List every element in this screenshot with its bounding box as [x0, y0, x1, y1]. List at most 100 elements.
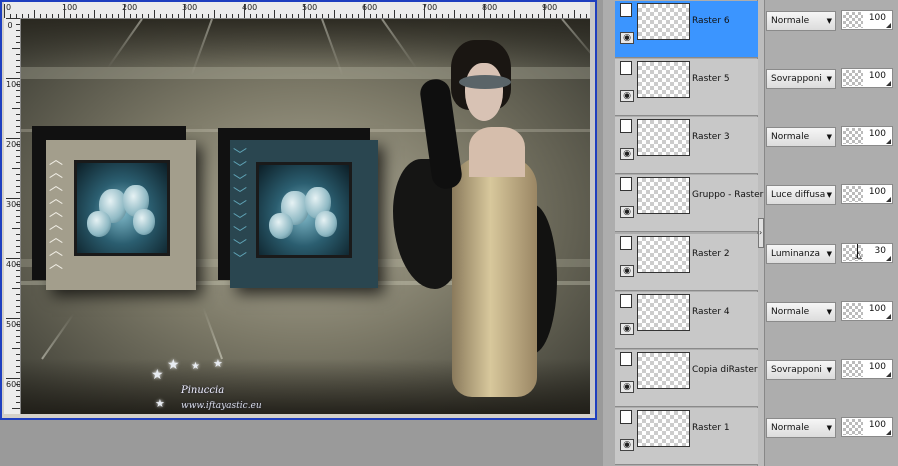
resize-corner-icon [886, 139, 891, 144]
ruler-tick [508, 14, 509, 18]
ruler-tick [400, 14, 401, 18]
blend-mode-dropdown[interactable]: Normale ▼ [766, 127, 836, 147]
ruler-tick [16, 24, 20, 25]
ruler-tick [12, 288, 20, 289]
eye-icon[interactable]: ◉ [620, 32, 634, 44]
ruler-tick [6, 378, 20, 379]
layer-page-icon[interactable] [620, 61, 632, 75]
chevron-up-icon: ︿ ︿ ︿ ︿ ︿ ︿ ︿ ︿ ︿ [49, 152, 63, 272]
ruler-tick [106, 14, 107, 18]
star-icon: ★ [155, 397, 165, 410]
layer-page-icon[interactable] [620, 177, 632, 191]
ruler-tick [34, 10, 35, 18]
opacity-value: 100 [868, 13, 886, 23]
ruler-tick [556, 14, 557, 18]
ruler-tick [214, 10, 215, 18]
layer-name: Raster 6 [692, 16, 730, 26]
layer-thumbnail[interactable] [637, 177, 690, 214]
ruler-tick [280, 14, 281, 18]
layer-row[interactable]: ◉ Gruppo - Raster [615, 175, 763, 232]
ruler-tick [328, 14, 329, 18]
layer-page-icon[interactable] [620, 236, 632, 250]
dropdown-arrow-icon: ▼ [826, 366, 832, 374]
eye-icon[interactable]: ◉ [620, 148, 634, 160]
layer-row[interactable]: ◉ Raster 5 [615, 59, 758, 116]
light-ray [561, 19, 590, 66]
ruler-tick [430, 14, 431, 18]
layer-page-icon[interactable] [620, 352, 632, 366]
ruler-tick [550, 14, 551, 18]
eye-icon[interactable]: ◉ [620, 265, 634, 277]
layer-thumbnail[interactable] [637, 119, 690, 156]
ruler-tick [16, 354, 20, 355]
ruler-tick [16, 150, 20, 151]
layer-thumbnail[interactable] [637, 236, 690, 273]
opacity-slider[interactable]: 100 [841, 126, 893, 146]
dropdown-arrow-icon: ▼ [826, 308, 832, 316]
ruler-tick [466, 14, 467, 18]
layer-page-icon[interactable] [620, 3, 632, 17]
ruler-tick [580, 14, 581, 18]
layer-thumbnail[interactable] [637, 61, 690, 98]
ruler-label: 0 [7, 21, 13, 30]
star-icon: ★ [167, 357, 180, 373]
ruler-tick [16, 60, 20, 61]
blend-mode-dropdown[interactable]: Normale ▼ [766, 302, 836, 322]
opacity-slider[interactable]: △ 30 [841, 243, 893, 263]
ruler-tick [16, 360, 20, 361]
layer-row[interactable]: ◉ Raster 1 [615, 408, 758, 465]
ruler-label: 200 [6, 140, 21, 149]
opacity-slider[interactable]: 100 [841, 184, 893, 204]
light-ray [202, 306, 223, 360]
vertical-scrollbar[interactable] [590, 2, 595, 414]
eye-icon[interactable]: ◉ [620, 439, 634, 451]
eye-icon[interactable]: ◉ [620, 323, 634, 335]
ruler-tick [442, 14, 443, 18]
layer-thumbnail[interactable] [637, 3, 690, 40]
layer-row[interactable]: ◉ Raster 6 [615, 1, 758, 58]
layer-page-icon[interactable] [620, 294, 632, 308]
ruler-tick [490, 14, 491, 18]
star-icon: ★ [151, 367, 164, 383]
ruler-tick [130, 14, 131, 18]
layer-name: Raster 5 [692, 74, 730, 84]
ruler-tick [472, 14, 473, 18]
blend-mode-dropdown[interactable]: Sovrapponi ▼ [766, 360, 836, 380]
layer-row[interactable]: ◉ Raster 3 [615, 117, 758, 174]
eye-icon[interactable]: ◉ [620, 381, 634, 393]
ruler-tick [40, 14, 41, 18]
eye-icon[interactable]: ◉ [620, 206, 634, 218]
transparency-swatch [843, 361, 863, 377]
blend-mode-dropdown[interactable]: Normale ▼ [766, 418, 836, 438]
blend-mode-dropdown[interactable]: Luminanza ▼ [766, 244, 836, 264]
ruler-label: 300 [6, 200, 21, 209]
blend-mode-dropdown[interactable]: Luce diffusa ▼ [766, 185, 836, 205]
layer-thumbnail[interactable] [637, 410, 690, 447]
ruler-tick [16, 84, 20, 85]
layer-thumbnail[interactable] [637, 294, 690, 331]
layer-thumbnail[interactable] [637, 352, 690, 389]
ruler-tick [16, 324, 20, 325]
layer-row[interactable]: ◉ Raster 2 [615, 234, 758, 291]
opacity-slider[interactable]: 100 [841, 359, 893, 379]
ruler-tick [16, 72, 20, 73]
eye-icon[interactable]: ◉ [620, 90, 634, 102]
layer-row[interactable]: ◉ Raster 4 [615, 292, 758, 349]
ruler-tick [88, 14, 89, 18]
ruler-tick [16, 120, 20, 121]
layer-page-icon[interactable] [620, 410, 632, 424]
opacity-slider[interactable]: 100 [841, 417, 893, 437]
ruler-tick [16, 54, 20, 55]
blend-mode-dropdown[interactable]: Normale ▼ [766, 11, 836, 31]
opacity-slider[interactable]: 100 [841, 68, 893, 88]
blend-mode-value: Sovrapponi [771, 365, 822, 375]
opacity-slider[interactable]: 100 [841, 301, 893, 321]
layer-row[interactable]: ◉ Copia diRaster [615, 350, 758, 407]
layer-page-icon[interactable] [620, 119, 632, 133]
blend-mode-dropdown[interactable]: Sovrapponi ▼ [766, 69, 836, 89]
chevron-down-icon: ﹀ ﹀ ﹀ ﹀ ﹀ ﹀ ﹀ ﹀ ﹀ [233, 148, 247, 268]
image-canvas[interactable]: ︿ ︿ ︿ ︿ ︿ ︿ ︿ ︿ ︿ ﹀ ﹀ ﹀ ﹀ ﹀ ﹀ ﹀ ﹀ ﹀ ★ ★ ★ ★ ★ Pinuccia w… [21, 19, 590, 414]
opacity-slider[interactable]: 100 [841, 10, 893, 30]
ruler-tick [574, 10, 575, 18]
splitter-grip[interactable]: › [758, 218, 764, 248]
